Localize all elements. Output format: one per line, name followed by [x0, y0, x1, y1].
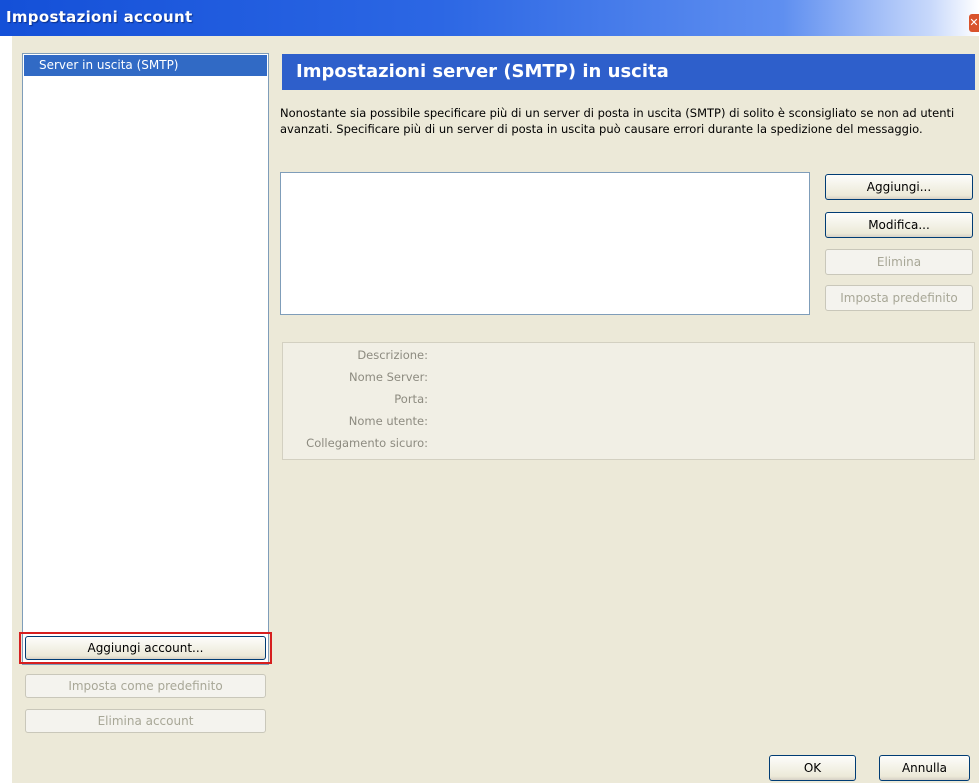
list-item-label: Server in uscita (SMTP) [39, 58, 179, 72]
dialog-body: Server in uscita (SMTP) Aggiungi account… [12, 36, 979, 783]
ok-button[interactable]: OK [769, 755, 856, 781]
edit-server-label: Modifica... [868, 218, 930, 232]
close-icon: ✕ [969, 16, 979, 29]
add-account-button[interactable]: Aggiungi account... [25, 636, 266, 660]
set-default-server-button[interactable]: Imposta predefinito [825, 285, 973, 311]
account-list[interactable]: Server in uscita (SMTP) [22, 53, 269, 665]
server-details-panel: Descrizione: Nome Server: Porta: Nome ut… [282, 342, 975, 460]
edit-server-button[interactable]: Modifica... [825, 212, 973, 238]
cancel-button[interactable]: Annulla [879, 755, 970, 781]
delete-account-button[interactable]: Elimina account [25, 709, 266, 733]
list-item-smtp-server[interactable]: Server in uscita (SMTP) [24, 55, 267, 76]
set-default-account-label: Imposta come predefinito [68, 679, 223, 693]
window-title: Impostazioni account [6, 8, 193, 26]
detail-port-label: Porta: [394, 392, 428, 406]
ok-label: OK [803, 761, 822, 775]
set-default-account-button[interactable]: Imposta come predefinito [25, 674, 266, 698]
delete-server-label: Elimina [876, 255, 922, 269]
delete-account-label: Elimina account [97, 714, 194, 728]
set-default-server-label: Imposta predefinito [840, 291, 958, 305]
close-button[interactable]: ✕ [969, 14, 979, 32]
add-account-label: Aggiungi account... [87, 641, 204, 655]
server-list[interactable] [280, 172, 810, 315]
section-header: Impostazioni server (SMTP) in uscita [282, 54, 975, 90]
detail-secure-connection-label: Collegamento sicuro: [306, 436, 428, 450]
detail-username-label: Nome utente: [348, 414, 428, 428]
delete-server-button[interactable]: Elimina [825, 249, 973, 275]
cancel-label: Annulla [901, 761, 948, 775]
title-bar: Impostazioni account ✕ [0, 0, 979, 36]
detail-server-name-label: Nome Server: [349, 370, 428, 384]
add-server-button[interactable]: Aggiungi... [825, 174, 973, 200]
detail-description-label: Descrizione: [357, 348, 428, 362]
add-server-label: Aggiungi... [866, 180, 932, 194]
description-text: Nonostante sia possibile specificare più… [280, 106, 955, 136]
